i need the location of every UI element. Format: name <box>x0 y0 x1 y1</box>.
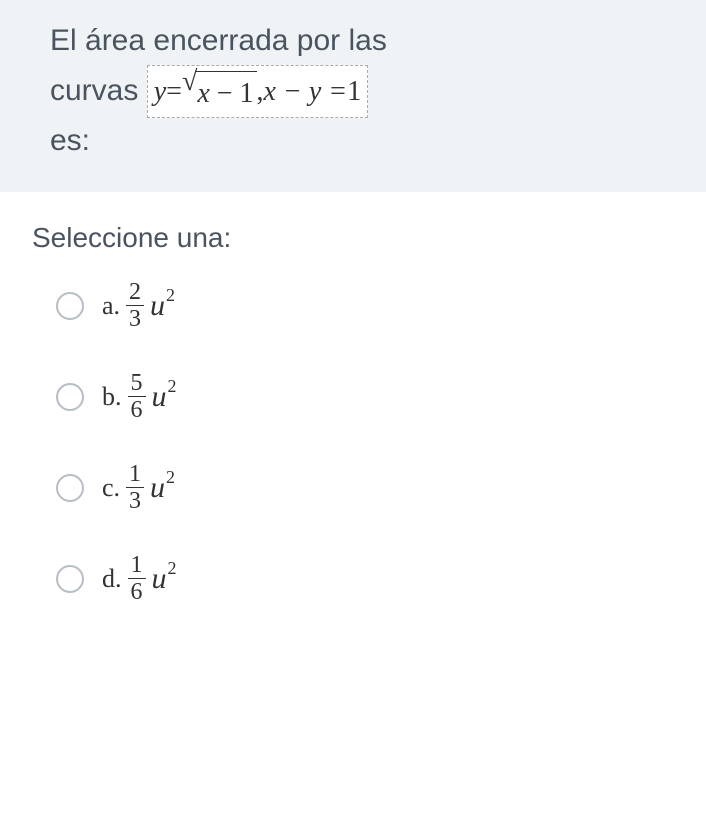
option-letter: a. <box>102 291 120 321</box>
radio-icon[interactable] <box>56 474 84 502</box>
question-line2: curvas y = √ x − 1 , x − y = 1 <box>50 65 676 118</box>
u-exp: 2 <box>166 285 175 306</box>
fraction-num: 1 <box>126 462 144 487</box>
option-a[interactable]: a. 2 3 u 2 <box>56 280 676 331</box>
u-exp: 2 <box>168 376 177 397</box>
u-squared: u 2 <box>152 564 177 594</box>
equation-box: y = √ x − 1 , x − y = 1 <box>147 65 369 118</box>
fraction-den: 6 <box>128 396 146 422</box>
sqrt-arg: x − 1 <box>195 71 256 115</box>
eq-equals1: = <box>166 70 182 113</box>
u-base: u <box>150 291 165 321</box>
fraction: 5 6 <box>128 371 146 422</box>
fraction-den: 3 <box>126 487 144 513</box>
option-c[interactable]: c. 1 3 u 2 <box>56 462 676 513</box>
fraction-num: 1 <box>128 553 146 578</box>
sqrt-arg-x: x <box>197 78 209 109</box>
u-exp: 2 <box>168 558 177 579</box>
eq-part2: x − y = <box>264 70 348 113</box>
fraction-den: 3 <box>126 305 144 331</box>
option-a-label: a. 2 3 u 2 <box>102 280 175 331</box>
u-base: u <box>152 382 167 412</box>
question-line1: El área encerrada por las <box>50 18 676 65</box>
answer-section: Seleccione una: a. 2 3 u 2 b. 5 <box>0 192 706 604</box>
fraction: 2 3 <box>126 280 144 331</box>
fraction-num: 5 <box>128 371 146 396</box>
option-d-label: d. 1 6 u 2 <box>102 553 177 604</box>
radio-icon[interactable] <box>56 292 84 320</box>
radio-icon[interactable] <box>56 565 84 593</box>
eq-one: 1 <box>347 70 361 113</box>
option-b[interactable]: b. 5 6 u 2 <box>56 371 676 422</box>
u-squared: u 2 <box>152 382 177 412</box>
question-stem: El área encerrada por las curvas y = √ x… <box>0 0 706 192</box>
option-letter: d. <box>102 564 122 594</box>
sqrt-icon: √ x − 1 <box>182 68 257 115</box>
option-letter: b. <box>102 382 122 412</box>
fraction-num: 2 <box>126 280 144 305</box>
options-list: a. 2 3 u 2 b. 5 6 u <box>56 280 676 604</box>
radio-icon[interactable] <box>56 383 84 411</box>
prompt-text: Seleccione una: <box>32 222 676 254</box>
option-b-label: b. 5 6 u 2 <box>102 371 177 422</box>
u-base: u <box>152 564 167 594</box>
question-line2-prefix: curvas <box>50 74 138 107</box>
fraction-den: 6 <box>128 578 146 604</box>
eq-y: y <box>154 70 166 113</box>
u-squared: u 2 <box>150 291 175 321</box>
sqrt-arg-rest: − 1 <box>210 78 254 109</box>
u-base: u <box>150 473 165 503</box>
question-line3: es: <box>50 118 676 165</box>
option-d[interactable]: d. 1 6 u 2 <box>56 553 676 604</box>
u-exp: 2 <box>166 467 175 488</box>
u-squared: u 2 <box>150 473 175 503</box>
option-letter: c. <box>102 473 120 503</box>
fraction: 1 6 <box>128 553 146 604</box>
fraction: 1 3 <box>126 462 144 513</box>
eq-comma: , <box>257 70 264 113</box>
option-c-label: c. 1 3 u 2 <box>102 462 175 513</box>
